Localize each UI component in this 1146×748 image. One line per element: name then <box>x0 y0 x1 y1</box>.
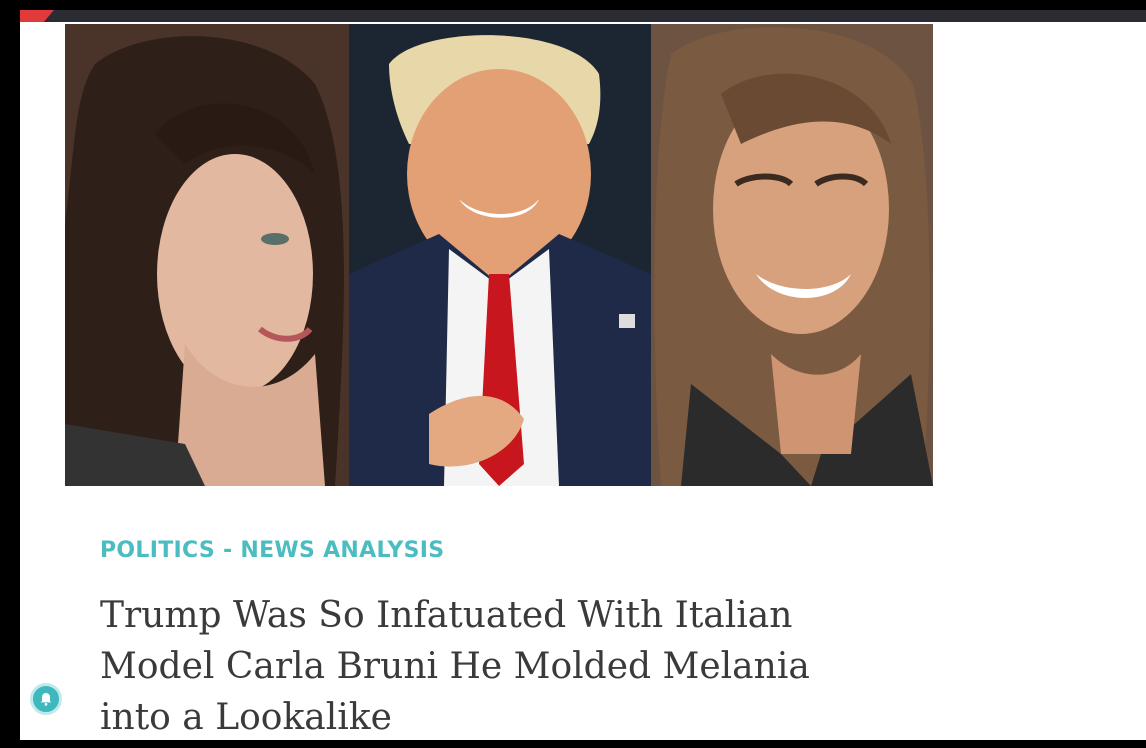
article-category[interactable]: POLITICS - NEWS ANALYSIS <box>100 538 444 563</box>
bell-icon <box>40 693 52 706</box>
hero-photo-center <box>349 24 651 486</box>
hero-photo-right <box>651 24 933 486</box>
site-header-bar <box>20 10 1146 22</box>
header-accent <box>20 10 54 22</box>
article-hero-image[interactable] <box>65 24 933 486</box>
hero-photo-left <box>65 24 349 486</box>
article-page: POLITICS - NEWS ANALYSIS Trump Was So In… <box>20 10 1146 740</box>
notification-button[interactable] <box>30 683 62 715</box>
article-headline[interactable]: Trump Was So Infatuated With Italian Mod… <box>100 590 880 740</box>
video-frame: POLITICS - NEWS ANALYSIS Trump Was So In… <box>0 0 1146 748</box>
